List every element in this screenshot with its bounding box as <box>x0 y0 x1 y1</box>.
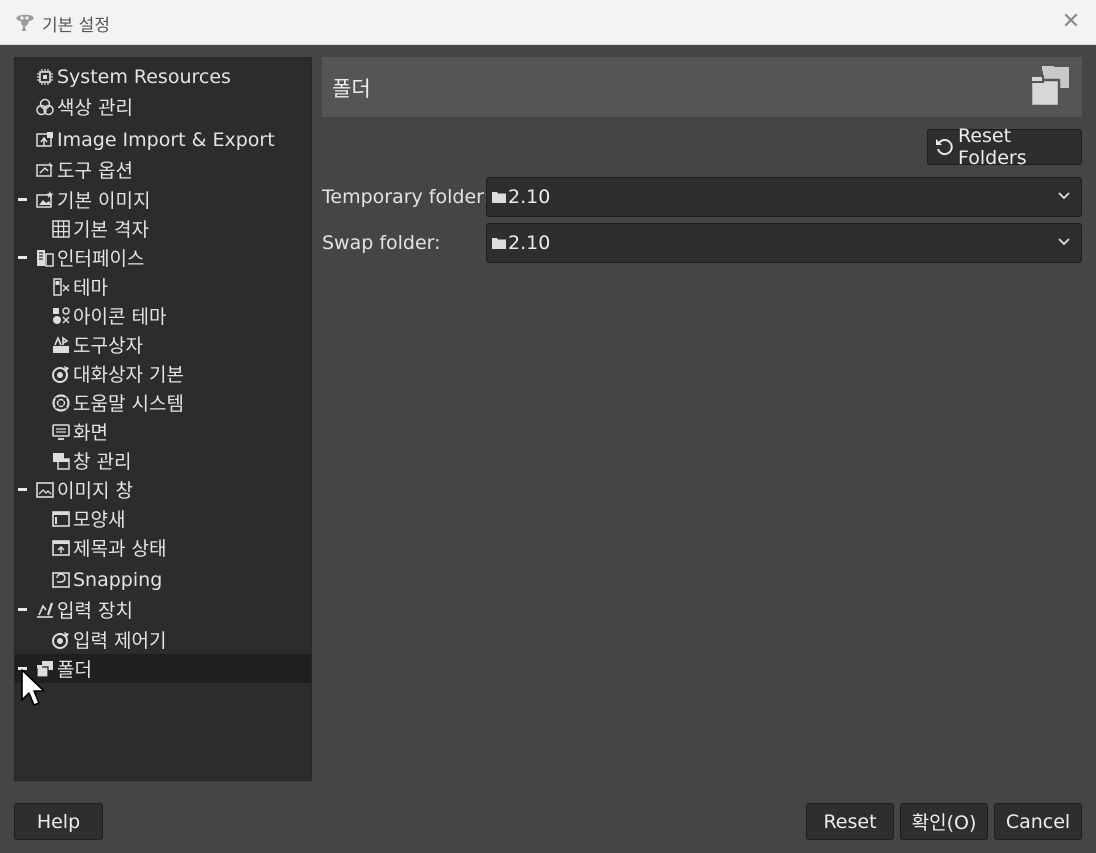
tree-item-dialog-defaults[interactable]: 대화상자 기본 <box>15 359 311 388</box>
close-icon[interactable]: ✕ <box>1058 8 1084 34</box>
tree-item-appearance[interactable]: 모양새 <box>15 504 311 533</box>
tree-item-label: 화면 <box>73 422 108 444</box>
folders-icon <box>1028 63 1074 109</box>
tree-item-label: 도움말 시스템 <box>73 393 184 415</box>
tree-item-label: Image Import & Export <box>57 128 275 151</box>
tree-item-label: System Resources <box>57 65 231 88</box>
tree-item-snapping[interactable]: Snapping <box>15 565 311 594</box>
default-image-icon <box>35 190 55 210</box>
tree-item-interface[interactable]: 인터페이스 <box>15 243 311 272</box>
swap-folder-label: Swap folder: <box>322 232 441 254</box>
input-devices-icon <box>35 600 55 620</box>
collapse-icon[interactable] <box>18 256 27 259</box>
reset-button[interactable]: Reset <box>806 803 894 840</box>
temporary-folder-select[interactable]: 2.10 <box>486 177 1082 217</box>
tree-item-label: 테마 <box>73 277 108 299</box>
image-import-icon <box>35 130 55 150</box>
gimp-icon <box>14 12 36 32</box>
tree-item-label: 기본 이미지 <box>57 190 151 212</box>
theme-icon <box>51 277 71 297</box>
swap-folder-select[interactable]: 2.10 <box>486 223 1082 263</box>
chip-icon <box>35 67 55 87</box>
tree-item-title-status[interactable]: 제목과 상태 <box>15 533 311 562</box>
swap-folder-value: 2.10 <box>508 232 551 254</box>
tool-options-icon <box>35 160 55 180</box>
tree-item-label: 입력 제어기 <box>73 630 167 652</box>
tree-item-label: 제목과 상태 <box>73 538 167 560</box>
collapse-icon[interactable] <box>18 608 27 611</box>
snapping-icon <box>51 570 71 590</box>
appearance-icon <box>51 509 71 529</box>
display-icon <box>51 422 71 442</box>
tree-item-window-management[interactable]: 창 관리 <box>15 446 311 475</box>
tree-item-tool-options[interactable]: 도구 옵션 <box>15 155 311 184</box>
tree-item-label: Snapping <box>73 568 163 591</box>
reset-icon <box>934 137 954 157</box>
tree-item-input-controllers[interactable]: 입력 제어기 <box>15 625 311 654</box>
temporary-folder-label: Temporary folder: <box>322 186 491 208</box>
tree-item-color-management[interactable]: 색상 관리 <box>15 92 311 121</box>
tree-item-label: 도구상자 <box>73 335 143 357</box>
tree-item-folders[interactable]: 폴더 <box>15 654 311 683</box>
tree-item-theme[interactable]: 테마 <box>15 272 311 301</box>
interface-icon <box>35 248 55 268</box>
tree-item-label: 아이콘 테마 <box>73 306 167 328</box>
title-status-icon <box>51 538 71 558</box>
tree-item-input-devices[interactable]: 입력 장치 <box>15 595 311 624</box>
color-circles-icon <box>35 97 55 117</box>
reset-folders-label: Reset Folders <box>958 125 1027 169</box>
cancel-button[interactable]: Cancel <box>994 803 1082 840</box>
help-button[interactable]: Help <box>14 803 103 840</box>
tree-item-label: 이미지 창 <box>57 480 133 502</box>
tree-item-image-window[interactable]: 이미지 창 <box>15 475 311 504</box>
reset-folders-button[interactable]: Reset Folders <box>927 125 1082 169</box>
dialog-defaults-icon <box>51 364 71 384</box>
tree-item-default-image[interactable]: 기본 이미지 <box>15 185 311 214</box>
tree-item-label: 모양새 <box>73 509 126 531</box>
mouse-cursor-icon <box>21 669 45 706</box>
image-window-icon <box>35 480 55 500</box>
tree-item-label: 폴더 <box>57 659 92 681</box>
folder-icon <box>492 238 506 249</box>
collapse-icon[interactable] <box>18 198 27 201</box>
grid-icon <box>51 219 71 239</box>
tree-item-label: 입력 장치 <box>57 600 133 622</box>
tree-item-toolbox[interactable]: 도구상자 <box>15 330 311 359</box>
page-title: 폴더 <box>332 77 371 101</box>
collapse-icon[interactable] <box>18 488 27 491</box>
preferences-category-tree: System Resources 색상 관리 Image Import & Ex… <box>14 57 312 781</box>
tree-item-display[interactable]: 화면 <box>15 417 311 446</box>
input-controllers-icon <box>51 630 71 650</box>
tree-item-label: 창 관리 <box>73 451 132 473</box>
icon-theme-icon <box>51 306 71 326</box>
tree-item-label: 인터페이스 <box>57 248 145 270</box>
toolbox-icon <box>51 335 71 355</box>
tree-item-icon-theme[interactable]: 아이콘 테마 <box>15 301 311 330</box>
ok-button[interactable]: 확인(O) <box>900 803 988 840</box>
window-management-icon <box>51 451 71 471</box>
chevron-down-icon <box>1058 192 1070 200</box>
folder-icon <box>492 192 506 203</box>
title-bar: 기본 설정 ✕ <box>0 0 1096 45</box>
tree-item-label: 대화상자 기본 <box>73 364 184 386</box>
tree-item-system-resources[interactable]: System Resources <box>15 62 311 91</box>
tree-item-help-system[interactable]: 도움말 시스템 <box>15 388 311 417</box>
chevron-down-icon <box>1058 238 1070 246</box>
tree-item-label: 색상 관리 <box>57 97 133 119</box>
tree-item-label: 도구 옵션 <box>57 160 133 182</box>
temporary-folder-value: 2.10 <box>508 186 551 208</box>
tree-item-label: 기본 격자 <box>73 219 149 241</box>
tree-item-default-grid[interactable]: 기본 격자 <box>15 214 311 243</box>
page-header: 폴더 <box>322 57 1082 117</box>
help-system-icon <box>51 393 71 413</box>
tree-item-image-import-export[interactable]: Image Import & Export <box>15 125 311 154</box>
window-title: 기본 설정 <box>42 16 110 36</box>
